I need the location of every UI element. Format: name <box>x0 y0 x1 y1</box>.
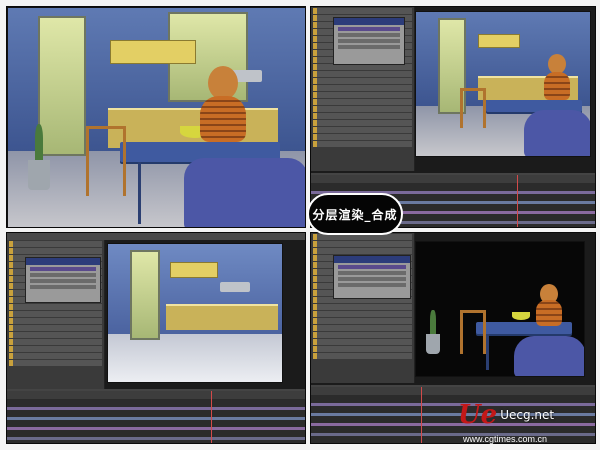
composite-screenshot: 分层渲染_合成 Ue Uecg.net www.cgtimes.com.cn <box>0 0 600 450</box>
kitchen-render-full <box>7 7 305 227</box>
layer-composite-caption: 分层渲染_合成 <box>307 193 403 235</box>
render-queue-dialog[interactable] <box>333 255 411 299</box>
composite-editor-tile-2 <box>6 232 306 444</box>
potted-plant <box>28 124 50 190</box>
composite-preview <box>415 241 585 377</box>
render-queue-dialog[interactable] <box>333 17 405 65</box>
composite-preview <box>415 11 591 157</box>
timeline-panel[interactable] <box>7 389 305 443</box>
composite-preview <box>107 243 283 383</box>
robot-head <box>208 66 238 100</box>
logo-site-name: Uecg.net <box>500 408 555 422</box>
armchair <box>184 158 305 227</box>
window-left <box>38 16 86 156</box>
uecg-logo: Ue Uecg.net <box>458 402 554 428</box>
logo-mark: Ue <box>458 400 498 430</box>
upper-cabinets <box>110 40 196 64</box>
watermark-url: www.cgtimes.com.cn <box>463 434 548 444</box>
render-view-tile <box>6 6 306 228</box>
robot-body <box>200 96 246 142</box>
chair <box>86 126 126 196</box>
render-queue-dialog[interactable] <box>25 257 101 303</box>
